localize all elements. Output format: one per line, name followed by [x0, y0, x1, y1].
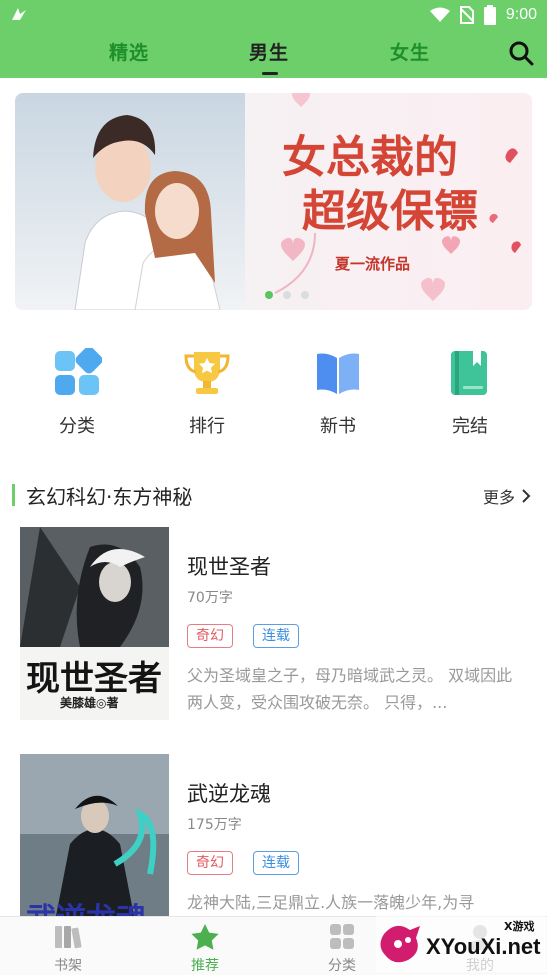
- wifi-icon: [429, 7, 450, 22]
- app-notification-icon: [12, 8, 26, 20]
- chevron-right-icon: [522, 489, 531, 503]
- banner-title: 女总裁的 超级保镖: [220, 131, 520, 239]
- banner-author: 夏一流作品: [335, 255, 411, 273]
- watermark-logo: XYouXi.net X游戏: [376, 912, 546, 972]
- entry-new-books[interactable]: 新书: [298, 348, 378, 438]
- category-grid-icon: [55, 348, 102, 395]
- bottom-nav-bookshelf-label: 书架: [54, 958, 82, 974]
- section-title: 玄幻科幻·东方神秘: [26, 485, 193, 509]
- tag-status: 连载: [253, 851, 299, 875]
- battery-icon: [483, 5, 496, 25]
- carousel-dot[interactable]: [265, 291, 273, 299]
- bottom-nav-bookshelf[interactable]: 书架: [28, 923, 108, 975]
- grid-icon: [330, 924, 354, 949]
- book-cover[interactable]: 现世圣者 美膝雄◎著: [20, 527, 169, 720]
- more-link[interactable]: 更多: [483, 484, 531, 508]
- tag-genre: 奇幻: [187, 851, 233, 875]
- entry-completed[interactable]: 完结: [430, 348, 510, 438]
- bottom-nav-recommend[interactable]: 推荐: [165, 923, 245, 975]
- open-book-icon: [317, 353, 359, 394]
- book-title[interactable]: 现世圣者: [187, 551, 271, 581]
- bookmark-book-icon: [451, 351, 487, 395]
- book-tags: 奇幻 连载: [187, 624, 299, 648]
- book-word-count: 70万字: [187, 590, 233, 606]
- entry-completed-label: 完结: [452, 416, 488, 437]
- book-title[interactable]: 武逆龙魂: [187, 778, 271, 808]
- tab-featured[interactable]: 精选: [109, 38, 149, 65]
- book-description: 父为圣域皇之子，母乃暗域武之灵。 双域因此两人变，受众围攻破无奈。 只得，...: [187, 666, 513, 712]
- active-tab-indicator: [262, 72, 278, 75]
- book-word-count: 175万字: [187, 817, 242, 833]
- watermark-text: XYouXi.net: [426, 934, 541, 959]
- quick-entries: 分类 排行 新书 完结: [0, 348, 547, 448]
- entry-ranking-label: 排行: [189, 416, 225, 437]
- section-header: 玄幻科幻·东方神秘 更多: [12, 480, 535, 512]
- entry-category[interactable]: 分类: [37, 348, 117, 438]
- tag-genre: 奇幻: [187, 624, 233, 648]
- cover-title-text: 现世圣者: [26, 659, 162, 699]
- watermark-small-text: X游戏: [504, 919, 534, 933]
- status-time: 9:00: [505, 6, 537, 23]
- tab-female[interactable]: 女生: [390, 38, 430, 65]
- more-label: 更多: [482, 488, 515, 507]
- entry-ranking[interactable]: 排行: [167, 348, 247, 438]
- status-bar: 9:00: [0, 0, 547, 30]
- bottom-nav-category[interactable]: 分类: [302, 923, 382, 975]
- trophy-icon: [184, 352, 230, 394]
- carousel-dot[interactable]: [283, 291, 291, 299]
- top-nav: 精选 男生 女生: [0, 30, 547, 78]
- tag-status: 连载: [253, 624, 299, 648]
- carousel-indicator: [265, 291, 309, 299]
- banner-title-line1: 女总裁的: [282, 132, 458, 183]
- book-cover-illustration: 现世圣者 美膝雄◎著: [20, 527, 169, 720]
- banner-carousel[interactable]: 女总裁的 超级保镖 夏一流作品: [15, 93, 532, 310]
- bottom-nav-recommend-label: 推荐: [191, 958, 219, 974]
- bottom-nav-category-label: 分类: [328, 958, 356, 974]
- star-icon: [191, 924, 219, 950]
- entry-new-books-label: 新书: [320, 416, 356, 437]
- banner-title-line2: 超级保镖: [302, 186, 478, 237]
- book-item[interactable]: 现世圣者 美膝雄◎著 现世圣者 70万字 奇幻 连载 父为圣域皇之子，母乃暗域武…: [20, 527, 530, 727]
- carousel-dot[interactable]: [301, 291, 309, 299]
- section-accent-bar: [12, 484, 15, 506]
- cover-author-text: 美膝雄◎著: [60, 695, 118, 710]
- search-icon[interactable]: [508, 40, 534, 66]
- no-sim-icon: [459, 6, 474, 24]
- bookshelf-icon: [55, 926, 82, 949]
- entry-category-label: 分类: [59, 416, 95, 437]
- book-tags: 奇幻 连载: [187, 851, 299, 875]
- tab-male[interactable]: 男生: [249, 38, 289, 65]
